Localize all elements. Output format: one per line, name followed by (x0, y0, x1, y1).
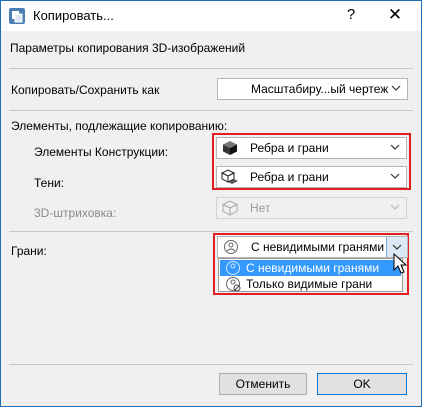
window-title: Копировать... (33, 8, 114, 23)
faces-option-visible-only[interactable]: Только видимые грани (220, 276, 401, 292)
chevron-down-icon (390, 144, 400, 150)
faces-value: С невидимыми гранями (251, 240, 385, 254)
section-title: Параметры копирования 3D-изображений (10, 41, 246, 55)
solid-cube-icon (223, 141, 237, 155)
copy-icon (9, 8, 25, 24)
shadows-value: Ребра и грани (250, 170, 329, 184)
divider (9, 68, 413, 69)
user-face-icon (224, 240, 238, 254)
faces-dropdown-list: С невидимыми гранями Только видимые гран… (218, 258, 403, 292)
user-face-hidden-icon (226, 277, 241, 292)
chevron-down-icon (390, 173, 400, 179)
faces-option-invisible[interactable]: С невидимыми гранями (220, 260, 401, 276)
chevron-down-icon (391, 85, 401, 91)
faces-option-label: Только видимые грани (246, 277, 373, 291)
user-face-icon (226, 261, 240, 275)
construction-label: Элементы Конструкции: (34, 145, 169, 159)
shadows-select[interactable]: Ребра и грани (216, 166, 407, 188)
copy-as-select[interactable]: Масштабиру...ый чертеж (217, 78, 408, 100)
faces-select[interactable]: С невидимыми гранями (217, 236, 408, 258)
shadows-label: Тени: (34, 176, 64, 190)
copy-dialog: Копировать... ? ✕ Параметры копирования … (0, 0, 422, 407)
title-bar: Копировать... ? ✕ (1, 1, 421, 31)
construction-value: Ребра и грани (250, 141, 329, 155)
faces-label: Грани: (11, 244, 47, 258)
copy-as-value: Масштабиру...ый чертеж (251, 82, 389, 96)
cancel-button[interactable]: Отменить (219, 373, 307, 395)
divider (9, 364, 413, 365)
hatching-select: Нет (216, 197, 407, 219)
divider (9, 110, 413, 111)
faces-option-label: С невидимыми гранями (246, 261, 380, 275)
close-button[interactable]: ✕ (381, 4, 409, 26)
wire-cube-icon (221, 200, 239, 216)
chevron-down-icon (392, 244, 402, 250)
hatching-value: Нет (250, 201, 271, 215)
dialog-body: Параметры копирования 3D-изображений Коп… (1, 31, 421, 406)
copy-as-label: Копировать/Сохранить как (11, 83, 160, 97)
ok-button[interactable]: OK (317, 373, 407, 395)
hatching-label: 3D-штриховка: (34, 206, 117, 220)
shadow-cube-icon (221, 169, 238, 184)
chevron-down-icon (390, 204, 400, 210)
mouse-cursor-icon (393, 253, 408, 274)
divider (9, 231, 413, 232)
elements-heading: Элементы, подлежащие копированию: (11, 119, 228, 133)
construction-select[interactable]: Ребра и грани (216, 137, 407, 159)
help-button[interactable]: ? (339, 4, 363, 26)
